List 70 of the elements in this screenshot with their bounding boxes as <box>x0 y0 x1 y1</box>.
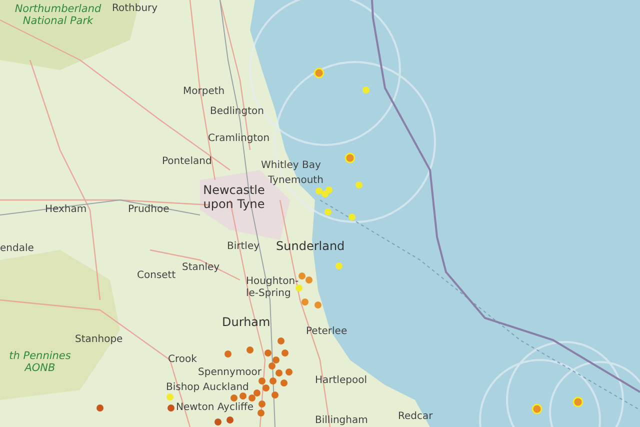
map-marker[interactable] <box>302 298 308 306</box>
map-marker[interactable] <box>258 400 266 408</box>
map-marker[interactable] <box>306 276 312 284</box>
place-label: Houghton-le-Spring <box>246 276 296 299</box>
place-label: endale <box>0 243 34 254</box>
map-marker[interactable] <box>262 384 270 392</box>
map-marker[interactable] <box>258 410 264 416</box>
map-marker[interactable] <box>356 182 362 188</box>
place-label: Peterlee <box>306 326 348 338</box>
map-marker[interactable] <box>254 390 260 396</box>
map-marker[interactable] <box>314 302 322 308</box>
map-marker[interactable] <box>214 418 222 426</box>
place-label: Birtley <box>227 241 260 252</box>
map-marker[interactable] <box>272 392 278 398</box>
place-label: Cramlington <box>208 133 270 144</box>
place-label: Newcastle upon Tyne <box>202 184 266 212</box>
map-marker[interactable] <box>96 404 104 412</box>
map-marker[interactable] <box>348 214 356 220</box>
place-label: Stanhope <box>75 334 123 346</box>
map-marker[interactable] <box>296 284 302 292</box>
map-marker[interactable] <box>278 338 284 344</box>
map-marker[interactable] <box>264 350 272 356</box>
map-marker[interactable] <box>326 186 332 194</box>
place-label: Whitley Bay <box>261 160 321 172</box>
place-label: Ponteland <box>162 156 212 168</box>
place-label: Spennymoor <box>198 367 262 378</box>
map-marker[interactable] <box>168 404 174 412</box>
map-marker[interactable] <box>270 378 276 384</box>
map-marker[interactable] <box>230 394 238 402</box>
map-marker[interactable] <box>258 378 266 384</box>
place-label: Sunderland <box>276 240 345 254</box>
map-marker[interactable] <box>336 262 342 270</box>
map-marker[interactable] <box>316 188 322 194</box>
map-marker[interactable] <box>166 394 174 400</box>
map-marker[interactable] <box>324 208 332 216</box>
place-label: Tynemouth <box>268 175 324 186</box>
place-label: Bedlington <box>210 106 264 118</box>
map-marker[interactable] <box>314 68 324 78</box>
place-label: Hartlepool <box>315 375 367 386</box>
map-marker[interactable] <box>226 416 234 424</box>
map-marker[interactable] <box>276 370 282 376</box>
place-label: Crook <box>168 354 197 366</box>
map-marker[interactable] <box>532 404 542 414</box>
place-label: Redcar <box>398 411 433 422</box>
map-marker[interactable] <box>268 362 276 370</box>
map-marker[interactable] <box>572 396 584 408</box>
place-label: Bishop Auckland <box>166 382 249 394</box>
place-label: Consett <box>137 270 176 282</box>
place-label: Billingham <box>315 415 368 426</box>
place-label: Rothbury <box>112 3 158 14</box>
map-marker[interactable] <box>322 190 328 198</box>
place-label: th Pennines AONB <box>8 350 72 374</box>
place-label: Morpeth <box>183 86 225 98</box>
map-marker[interactable] <box>280 380 288 386</box>
map-marker[interactable] <box>248 394 256 402</box>
place-label: Hexham <box>45 204 87 216</box>
place-label: Newton Aycliffe <box>176 402 254 414</box>
map-marker[interactable] <box>272 356 280 364</box>
place-label: Stanley <box>182 262 220 274</box>
map-marker[interactable] <box>298 272 306 280</box>
map-marker[interactable] <box>344 152 356 164</box>
place-label: Northumberland National Park <box>14 3 102 28</box>
map-marker[interactable] <box>362 86 370 94</box>
map-marker[interactable] <box>240 392 246 400</box>
map-marker[interactable] <box>246 346 254 354</box>
map-marker[interactable] <box>224 350 232 358</box>
map-marker[interactable] <box>282 350 288 356</box>
place-label: Durham <box>222 316 270 330</box>
place-label: Prudhoe <box>128 204 170 216</box>
map-marker[interactable] <box>286 368 292 376</box>
